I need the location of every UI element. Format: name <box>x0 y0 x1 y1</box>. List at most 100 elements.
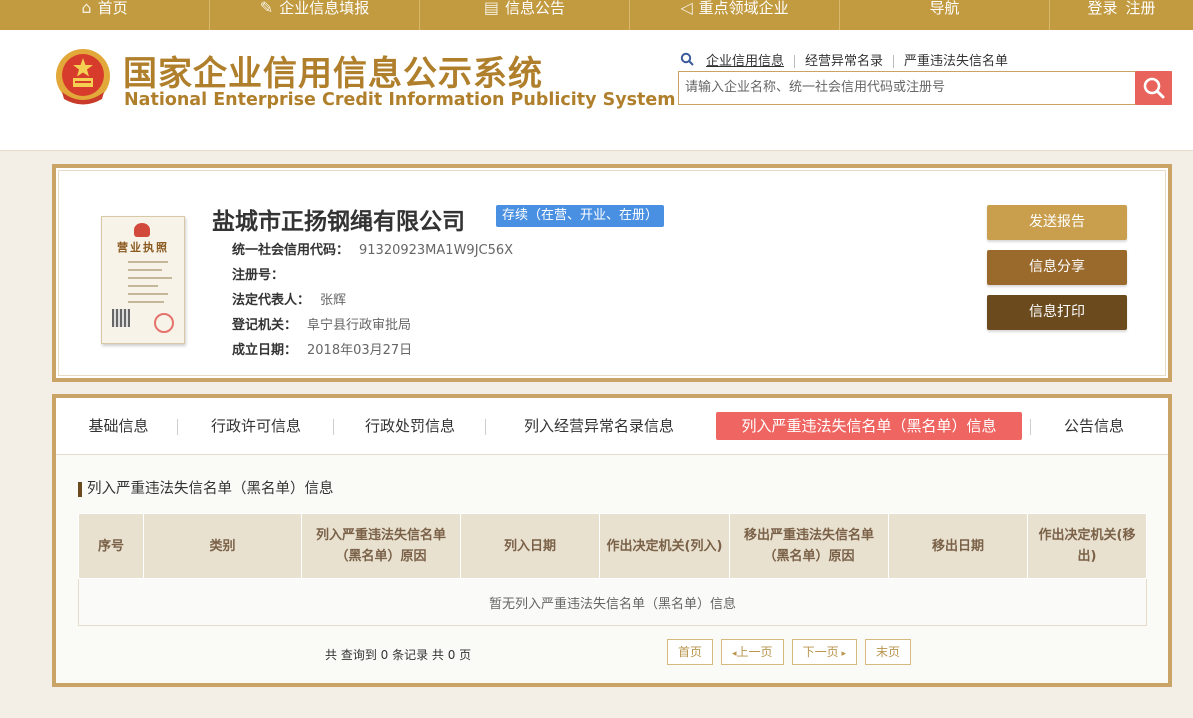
blacklist-table: 序号 类别 列入严重违法失信名单（黑名单）原因 列入日期 作出决定机关(列入) … <box>78 513 1147 626</box>
info-row-registration-number: 注册号： <box>232 263 513 288</box>
next-page-label: 下一页 <box>802 645 839 659</box>
company-name: 盐城市正扬钢绳有限公司 <box>212 209 465 235</box>
search-button[interactable] <box>1135 71 1172 105</box>
status-badge: 存续（在营、开业、在册） <box>496 205 665 227</box>
tab-administrative-penalty[interactable]: 行政处罚信息 <box>334 412 486 440</box>
nav-announcements[interactable]: ▤ 信息公告 <box>420 0 630 30</box>
megaphone-icon: ◁ <box>680 0 693 17</box>
credit-code-value: 91320923MA1W9JC56X <box>359 243 514 258</box>
search-input[interactable] <box>679 72 1131 102</box>
company-info: 统一社会信用代码： 91320923MA1W9JC56X 注册号： 法定代表人： 张… <box>232 238 513 363</box>
nav-home[interactable]: ⌂ 首页 <box>0 0 210 30</box>
license-text-line <box>128 285 158 287</box>
nav-key-sectors-label: 重点领域企业 <box>698 0 789 17</box>
column-header-category: 类别 <box>143 513 302 579</box>
established-date-value: 2018年03月27日 <box>307 343 413 358</box>
license-emblem-icon <box>134 223 150 237</box>
nav-enterprise-report-label: 企业信息填报 <box>279 0 370 17</box>
license-text-line <box>128 301 164 303</box>
tab-administrative-license-label: 行政许可信息 <box>210 417 301 435</box>
search-link-credit-info[interactable]: 企业信用信息 <box>696 54 796 68</box>
column-header-removal-authority: 作出决定机关(移出) <box>1027 513 1147 579</box>
registration-authority-label: 登记机关： <box>232 318 298 333</box>
nav-home-label: 首页 <box>97 0 128 17</box>
search-type-links: 企业信用信息 经营异常名录 严重违法失信名单 <box>680 52 1018 70</box>
edit-icon: ✎ <box>259 0 274 17</box>
tab-announcements[interactable]: 公告信息 <box>1030 412 1158 440</box>
info-row-established-date: 成立日期： 2018年03月27日 <box>232 338 513 363</box>
top-navigation: ⌂ 首页 ✎ 企业信息填报 ▤ 信息公告 ◁ 重点领域企业 导航 登录 注册 <box>0 0 1193 30</box>
tab-serious-violation-blacklist-label: 列入严重违法失信名单（黑名单）信息 <box>741 417 997 435</box>
record-count: 共 查询到 0 条记录 共 0 页 <box>325 648 472 662</box>
search-icon <box>680 52 694 70</box>
qr-code-icon <box>112 309 130 327</box>
search-box <box>678 71 1172 105</box>
search-link-abnormal-list[interactable]: 经营异常名录 <box>795 54 895 68</box>
pagination: 首页 ◂上一页 下一页 ▸ 末页 <box>667 639 911 665</box>
tab-administrative-penalty-label: 行政处罚信息 <box>364 417 455 435</box>
tab-serious-violation-blacklist[interactable]: 列入严重违法失信名单（黑名单）信息 <box>716 412 1022 440</box>
established-date-label: 成立日期： <box>232 343 298 358</box>
credit-code-label: 统一社会信用代码： <box>232 243 350 258</box>
first-page-label: 首页 <box>678 645 703 659</box>
nav-navigation-label: 导航 <box>929 0 960 17</box>
tab-basic-info-label: 基础信息 <box>88 417 149 435</box>
company-summary-panel: 营业执照 盐城市正扬钢绳有限公司 存续（在营、开业、在册） 统一社会信用代码： 9… <box>52 164 1172 382</box>
tab-abnormal-operation-list[interactable]: 列入经营异常名录信息 <box>486 412 712 440</box>
previous-page-button[interactable]: ◂上一页 <box>721 639 784 665</box>
site-title[interactable]: 国家企业信用信息公示系统 <box>123 46 543 95</box>
legal-representative-value: 张辉 <box>320 293 347 308</box>
nav-enterprise-report[interactable]: ✎ 企业信息填报 <box>210 0 420 30</box>
column-header-listing-reason: 列入严重违法失信名单（黑名单）原因 <box>301 513 461 579</box>
info-row-credit-code: 统一社会信用代码： 91320923MA1W9JC56X <box>232 238 513 263</box>
details-panel: 基础信息 行政许可信息 行政处罚信息 列入经营异常名录信息 列入严重违法失信名单… <box>52 394 1172 687</box>
send-report-button[interactable]: 发送报告 <box>987 205 1127 240</box>
detail-tabs: 基础信息 行政许可信息 行政处罚信息 列入经营异常名录信息 列入严重违法失信名单… <box>56 398 1168 455</box>
register-link[interactable]: 注册 <box>1126 0 1156 17</box>
nav-account: 登录 注册 <box>1050 0 1193 30</box>
license-title: 营业执照 <box>117 241 169 254</box>
search-link-blacklist[interactable]: 严重违法失信名单 <box>894 55 1018 68</box>
home-icon: ⌂ <box>81 0 92 17</box>
tab-administrative-license[interactable]: 行政许可信息 <box>178 412 334 440</box>
print-info-button[interactable]: 信息打印 <box>987 295 1127 330</box>
national-emblem-icon[interactable] <box>54 48 112 108</box>
tab-announcements-label: 公告信息 <box>1063 417 1124 435</box>
column-header-listing-date: 列入日期 <box>460 513 600 579</box>
last-page-button[interactable]: 末页 <box>864 639 911 665</box>
business-license-image[interactable]: 营业执照 <box>101 216 185 344</box>
nav-key-sectors[interactable]: ◁ 重点领域企业 <box>630 0 840 30</box>
registration-authority-value: 阜宁县行政审批局 <box>307 318 412 333</box>
chevron-right-icon: ▸ <box>838 649 846 659</box>
tab-content: 列入严重违法失信名单（黑名单）信息 序号 类别 列入严重违法失信名单（黑名单）原… <box>56 455 1168 683</box>
nav-navigation[interactable]: 导航 <box>840 0 1050 30</box>
license-text-line <box>128 261 168 263</box>
column-header-listing-authority: 作出决定机关(列入) <box>599 513 730 579</box>
info-row-registration-authority: 登记机关： 阜宁县行政审批局 <box>232 313 513 338</box>
site-title-english: National Enterprise Credit Information P… <box>124 90 676 110</box>
login-link[interactable]: 登录 <box>1087 0 1117 17</box>
search-icon <box>1143 77 1164 99</box>
site-header: 国家企业信用信息公示系统 National Enterprise Credit … <box>0 30 1193 151</box>
tab-separator <box>1030 419 1031 435</box>
last-page-label: 末页 <box>875 645 900 659</box>
document-icon: ▤ <box>483 0 500 17</box>
table-header-row: 序号 类别 列入严重违法失信名单（黑名单）原因 列入日期 作出决定机关(列入) … <box>78 513 1147 579</box>
share-info-button[interactable]: 信息分享 <box>987 250 1127 285</box>
seal-icon <box>154 313 174 333</box>
registration-number-label: 注册号： <box>232 268 285 283</box>
column-header-removal-reason: 移出严重违法失信名单（黑名单）原因 <box>729 513 889 579</box>
empty-table-message: 暂无列入严重违法失信名单（黑名单）信息 <box>78 578 1147 626</box>
info-row-legal-representative: 法定代表人： 张辉 <box>232 288 513 313</box>
column-header-index: 序号 <box>78 513 144 579</box>
tab-basic-info[interactable]: 基础信息 <box>71 412 178 440</box>
first-page-button[interactable]: 首页 <box>667 639 714 665</box>
license-text-line <box>128 293 168 295</box>
column-header-removal-date: 移出日期 <box>888 513 1028 579</box>
license-text-line <box>128 269 162 271</box>
section-title: 列入严重违法失信名单（黑名单）信息 <box>78 481 334 497</box>
previous-page-label: 上一页 <box>736 645 773 659</box>
legal-representative-label: 法定代表人： <box>232 293 311 308</box>
next-page-button[interactable]: 下一页 ▸ <box>791 639 857 665</box>
nav-announcements-label: 信息公告 <box>505 0 566 17</box>
